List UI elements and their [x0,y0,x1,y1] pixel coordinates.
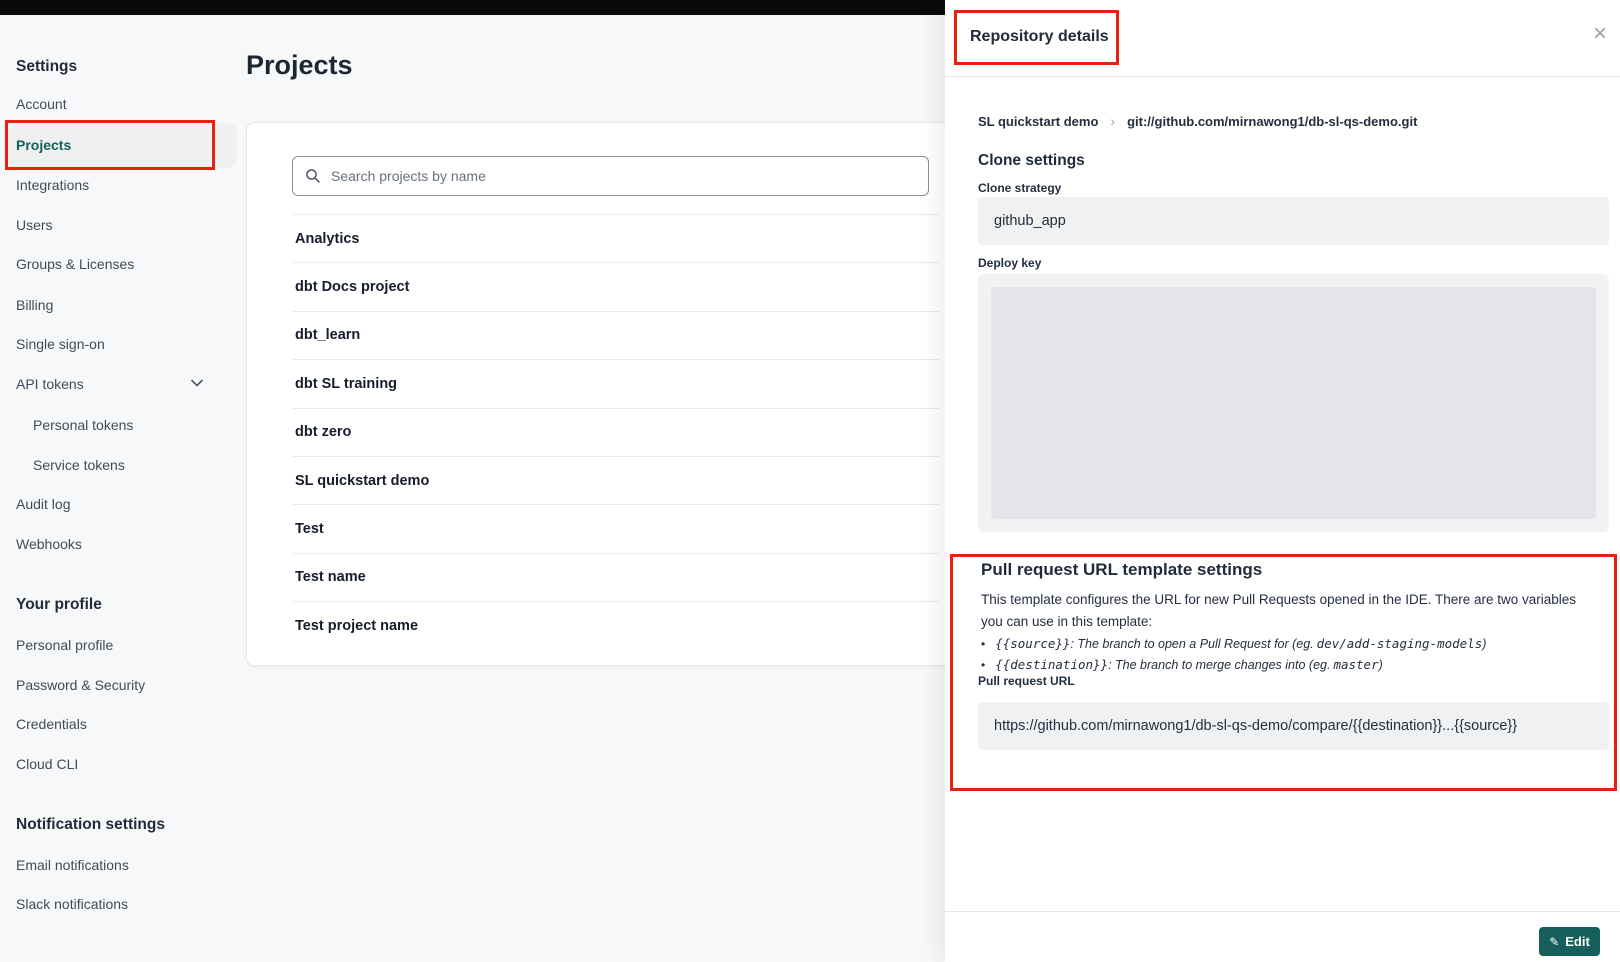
project-row[interactable]: dbt SL training [292,359,940,407]
pr-template-variables-list: • {{source}} : The branch to open a Pull… [981,633,1486,675]
project-row[interactable]: dbt Docs project [292,262,940,310]
clone-strategy-label: Clone strategy [978,181,1061,195]
top-nav-bar [0,0,945,15]
variable-source-example: dev/add-staging-models [1317,633,1483,654]
clone-strategy-value: github_app [978,197,1609,245]
edit-button-label: Edit [1565,934,1590,949]
panel-title: Repository details [970,28,1109,46]
variable-destination-suffix: ) [1379,655,1383,676]
close-icon[interactable]: × [1586,20,1614,48]
sidebar-item-service-tokens[interactable]: Service tokens [33,455,125,475]
sidebar-item-integrations[interactable]: Integrations [16,175,89,195]
deploy-key-box [978,274,1609,532]
breadcrumb-repo-url: git://github.com/mirnawong1/db-sl-qs-dem… [1127,114,1417,129]
project-row[interactable]: Test [292,504,940,552]
sidebar-item-api-tokens[interactable]: API tokens [16,374,84,394]
pr-template-heading: Pull request URL template settings [981,560,1262,580]
breadcrumb-project[interactable]: SL quickstart demo [978,114,1098,129]
sidebar-item-webhooks[interactable]: Webhooks [16,534,82,554]
project-row[interactable]: dbt_learn [292,311,940,359]
pull-request-url-value: https://github.com/mirnawong1/db-sl-qs-d… [978,702,1609,750]
sidebar-section-your-profile: Your profile [16,595,102,615]
sidebar-item-billing[interactable]: Billing [16,295,53,315]
sidebar-item-groups-licenses[interactable]: Groups & Licenses [16,254,134,274]
sidebar-item-users[interactable]: Users [16,215,53,235]
sidebar-item-credentials[interactable]: Credentials [16,714,87,734]
deploy-key-redacted-value [991,287,1596,519]
variable-destination: {{destination}} [995,654,1108,675]
sidebar-section-settings: Settings [16,57,77,77]
bullet-icon: • [981,655,985,676]
pr-template-description: This template configures the URL for new… [981,589,1595,632]
project-row[interactable]: Test project name [292,601,940,649]
sidebar-item-email-notifications[interactable]: Email notifications [16,855,129,875]
sidebar-item-password-security[interactable]: Password & Security [16,675,145,695]
variable-source: {{source}} [995,633,1070,654]
variable-destination-example: master [1333,654,1378,675]
variable-destination-desc: : The branch to merge changes into (eg. [1108,655,1330,676]
sidebar-section-notification-settings: Notification settings [16,815,165,835]
sidebar-item-slack-notifications[interactable]: Slack notifications [16,894,128,914]
pull-request-url-label: Pull request URL [978,674,1075,688]
project-row[interactable]: dbt zero [292,408,940,456]
list-item: • {{destination}} : The branch to merge … [981,654,1486,675]
edit-button[interactable]: ✎ Edit [1539,927,1600,956]
project-row[interactable]: Analytics [292,214,940,262]
breadcrumb: SL quickstart demo › git://github.com/mi… [978,113,1417,129]
sidebar-item-personal-tokens[interactable]: Personal tokens [33,415,133,435]
pencil-icon: ✎ [1549,935,1559,949]
chevron-down-icon[interactable] [189,375,205,391]
list-item: • {{source}} : The branch to open a Pull… [981,633,1486,654]
sidebar-item-account[interactable]: Account [16,94,67,114]
project-search [292,156,929,196]
sidebar-item-cloud-cli[interactable]: Cloud CLI [16,754,78,774]
search-input[interactable] [331,168,916,184]
sidebar-item-projects[interactable]: Projects [16,135,71,155]
variable-source-suffix: ) [1482,634,1486,655]
bullet-icon: • [981,634,985,655]
sidebar-item-single-sign-on[interactable]: Single sign-on [16,334,105,354]
page-title: Projects [246,50,353,81]
panel-footer [945,911,1620,962]
variable-source-desc: : The branch to open a Pull Request for … [1070,634,1313,655]
search-icon [305,168,321,184]
deploy-key-label: Deploy key [978,256,1041,270]
breadcrumb-chevron-icon: › [1110,113,1115,129]
sidebar-item-personal-profile[interactable]: Personal profile [16,635,113,655]
sidebar-item-audit-log[interactable]: Audit log [16,494,70,514]
project-row[interactable]: SL quickstart demo [292,456,940,504]
clone-settings-heading: Clone settings [978,152,1085,170]
project-row[interactable]: Test name [292,553,940,601]
